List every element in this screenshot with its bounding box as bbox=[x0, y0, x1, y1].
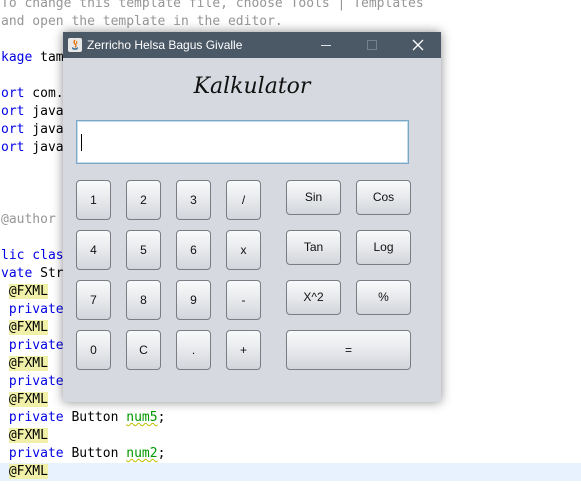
code-line: private bbox=[0, 337, 64, 355]
code-token: num5 bbox=[126, 410, 158, 425]
clear-button[interactable]: C bbox=[126, 330, 161, 370]
code-token: ort bbox=[1, 122, 25, 137]
code-token: @FXML bbox=[8, 284, 48, 299]
button-2[interactable]: 2 bbox=[126, 180, 161, 220]
button-3[interactable]: 3 bbox=[176, 180, 211, 220]
code-line: vate Str bbox=[0, 265, 64, 283]
code-token: lic clas bbox=[1, 248, 64, 263]
code-token: ; bbox=[157, 446, 166, 461]
code-token: Button bbox=[63, 446, 127, 461]
code-token: private bbox=[1, 302, 64, 317]
button-8[interactable]: 8 bbox=[126, 280, 161, 320]
code-line: ort com. bbox=[0, 85, 64, 103]
title-bar[interactable]: Zerricho Helsa Bagus Givalle bbox=[63, 32, 441, 58]
code-token: java bbox=[24, 104, 64, 119]
code-token: @FXML bbox=[8, 428, 48, 443]
code-token: @FXML bbox=[8, 320, 48, 335]
code-token: @FXML bbox=[8, 464, 48, 479]
code-line: private bbox=[0, 301, 64, 319]
code-line: @author bbox=[0, 211, 64, 229]
code-token: com. bbox=[24, 86, 64, 101]
code-token: private bbox=[1, 374, 64, 389]
code-token: private bbox=[1, 410, 64, 425]
code-line: ort java bbox=[0, 121, 64, 139]
code-token: ort bbox=[1, 104, 25, 119]
code-line: @FXML bbox=[0, 319, 48, 337]
divide-button[interactable]: / bbox=[226, 180, 261, 220]
code-line: @FXML bbox=[0, 427, 48, 445]
calculator-body: Kalkulator 1 2 3 / 4 5 6 x 7 8 9 - 0 C .… bbox=[63, 58, 441, 402]
code-token: ort bbox=[1, 140, 25, 155]
cos-button[interactable]: Cos bbox=[356, 180, 411, 215]
close-icon bbox=[412, 39, 424, 51]
code-token: ; bbox=[157, 410, 166, 425]
code-line: lic clas bbox=[0, 247, 64, 265]
code-token: @FXML bbox=[8, 392, 48, 407]
button-0[interactable]: 0 bbox=[76, 330, 111, 370]
code-token: and open the template in the editor. bbox=[1, 14, 283, 29]
tan-button[interactable]: Tan bbox=[286, 230, 341, 265]
code-line: private Button num5; bbox=[0, 409, 166, 427]
code-token: To change this template file, choose Too… bbox=[1, 0, 424, 11]
code-line: To change this template file, choose Too… bbox=[0, 0, 424, 13]
percent-button[interactable]: % bbox=[356, 280, 411, 315]
button-9[interactable]: 9 bbox=[176, 280, 211, 320]
equals-button[interactable]: = bbox=[286, 330, 411, 370]
code-token: java bbox=[24, 140, 64, 155]
code-token: private bbox=[1, 446, 64, 461]
code-token: Str bbox=[32, 266, 64, 281]
code-line: private bbox=[0, 373, 64, 391]
code-token: tam bbox=[32, 50, 64, 65]
code-token: private bbox=[1, 338, 64, 353]
code-token: kage bbox=[1, 50, 33, 65]
code-token: @FXML bbox=[8, 356, 48, 371]
code-token: vate bbox=[1, 266, 33, 281]
code-line: and open the template in the editor. bbox=[0, 13, 283, 31]
code-line: @FXML bbox=[0, 283, 48, 301]
text-caret bbox=[81, 134, 82, 151]
multiply-button[interactable]: x bbox=[226, 230, 261, 270]
add-button[interactable]: + bbox=[226, 330, 261, 370]
code-line: ort java bbox=[0, 103, 64, 121]
button-6[interactable]: 6 bbox=[176, 230, 211, 270]
code-line: ort java bbox=[0, 139, 64, 157]
button-5[interactable]: 5 bbox=[126, 230, 161, 270]
button-1[interactable]: 1 bbox=[76, 180, 111, 220]
close-button[interactable] bbox=[395, 32, 441, 58]
code-line: private Button num2; bbox=[0, 445, 166, 463]
log-button[interactable]: Log bbox=[356, 230, 411, 265]
button-4[interactable]: 4 bbox=[76, 230, 111, 270]
decimal-button[interactable]: . bbox=[176, 330, 211, 370]
square-button[interactable]: X^2 bbox=[286, 280, 341, 315]
button-7[interactable]: 7 bbox=[76, 280, 111, 320]
maximize-button[interactable] bbox=[349, 32, 395, 58]
code-line: kage tam bbox=[0, 49, 64, 67]
minimize-button[interactable] bbox=[303, 32, 349, 58]
sin-button[interactable]: Sin bbox=[286, 180, 341, 215]
code-line: @FXML bbox=[0, 391, 48, 409]
code-line: @FXML bbox=[0, 355, 48, 373]
code-token: java bbox=[24, 122, 64, 137]
display-field[interactable] bbox=[76, 120, 409, 164]
subtract-button[interactable]: - bbox=[226, 280, 261, 320]
code-line: @FXML bbox=[0, 463, 581, 481]
code-token: ort bbox=[1, 86, 25, 101]
code-token: num2 bbox=[126, 446, 158, 461]
code-token: Button bbox=[63, 410, 127, 425]
window-title: Zerricho Helsa Bagus Givalle bbox=[87, 38, 243, 52]
calculator-window: Zerricho Helsa Bagus Givalle Kalkulator … bbox=[63, 32, 441, 402]
java-app-icon bbox=[68, 38, 82, 52]
code-token: @author bbox=[1, 212, 64, 227]
app-heading: Kalkulator bbox=[193, 74, 311, 99]
